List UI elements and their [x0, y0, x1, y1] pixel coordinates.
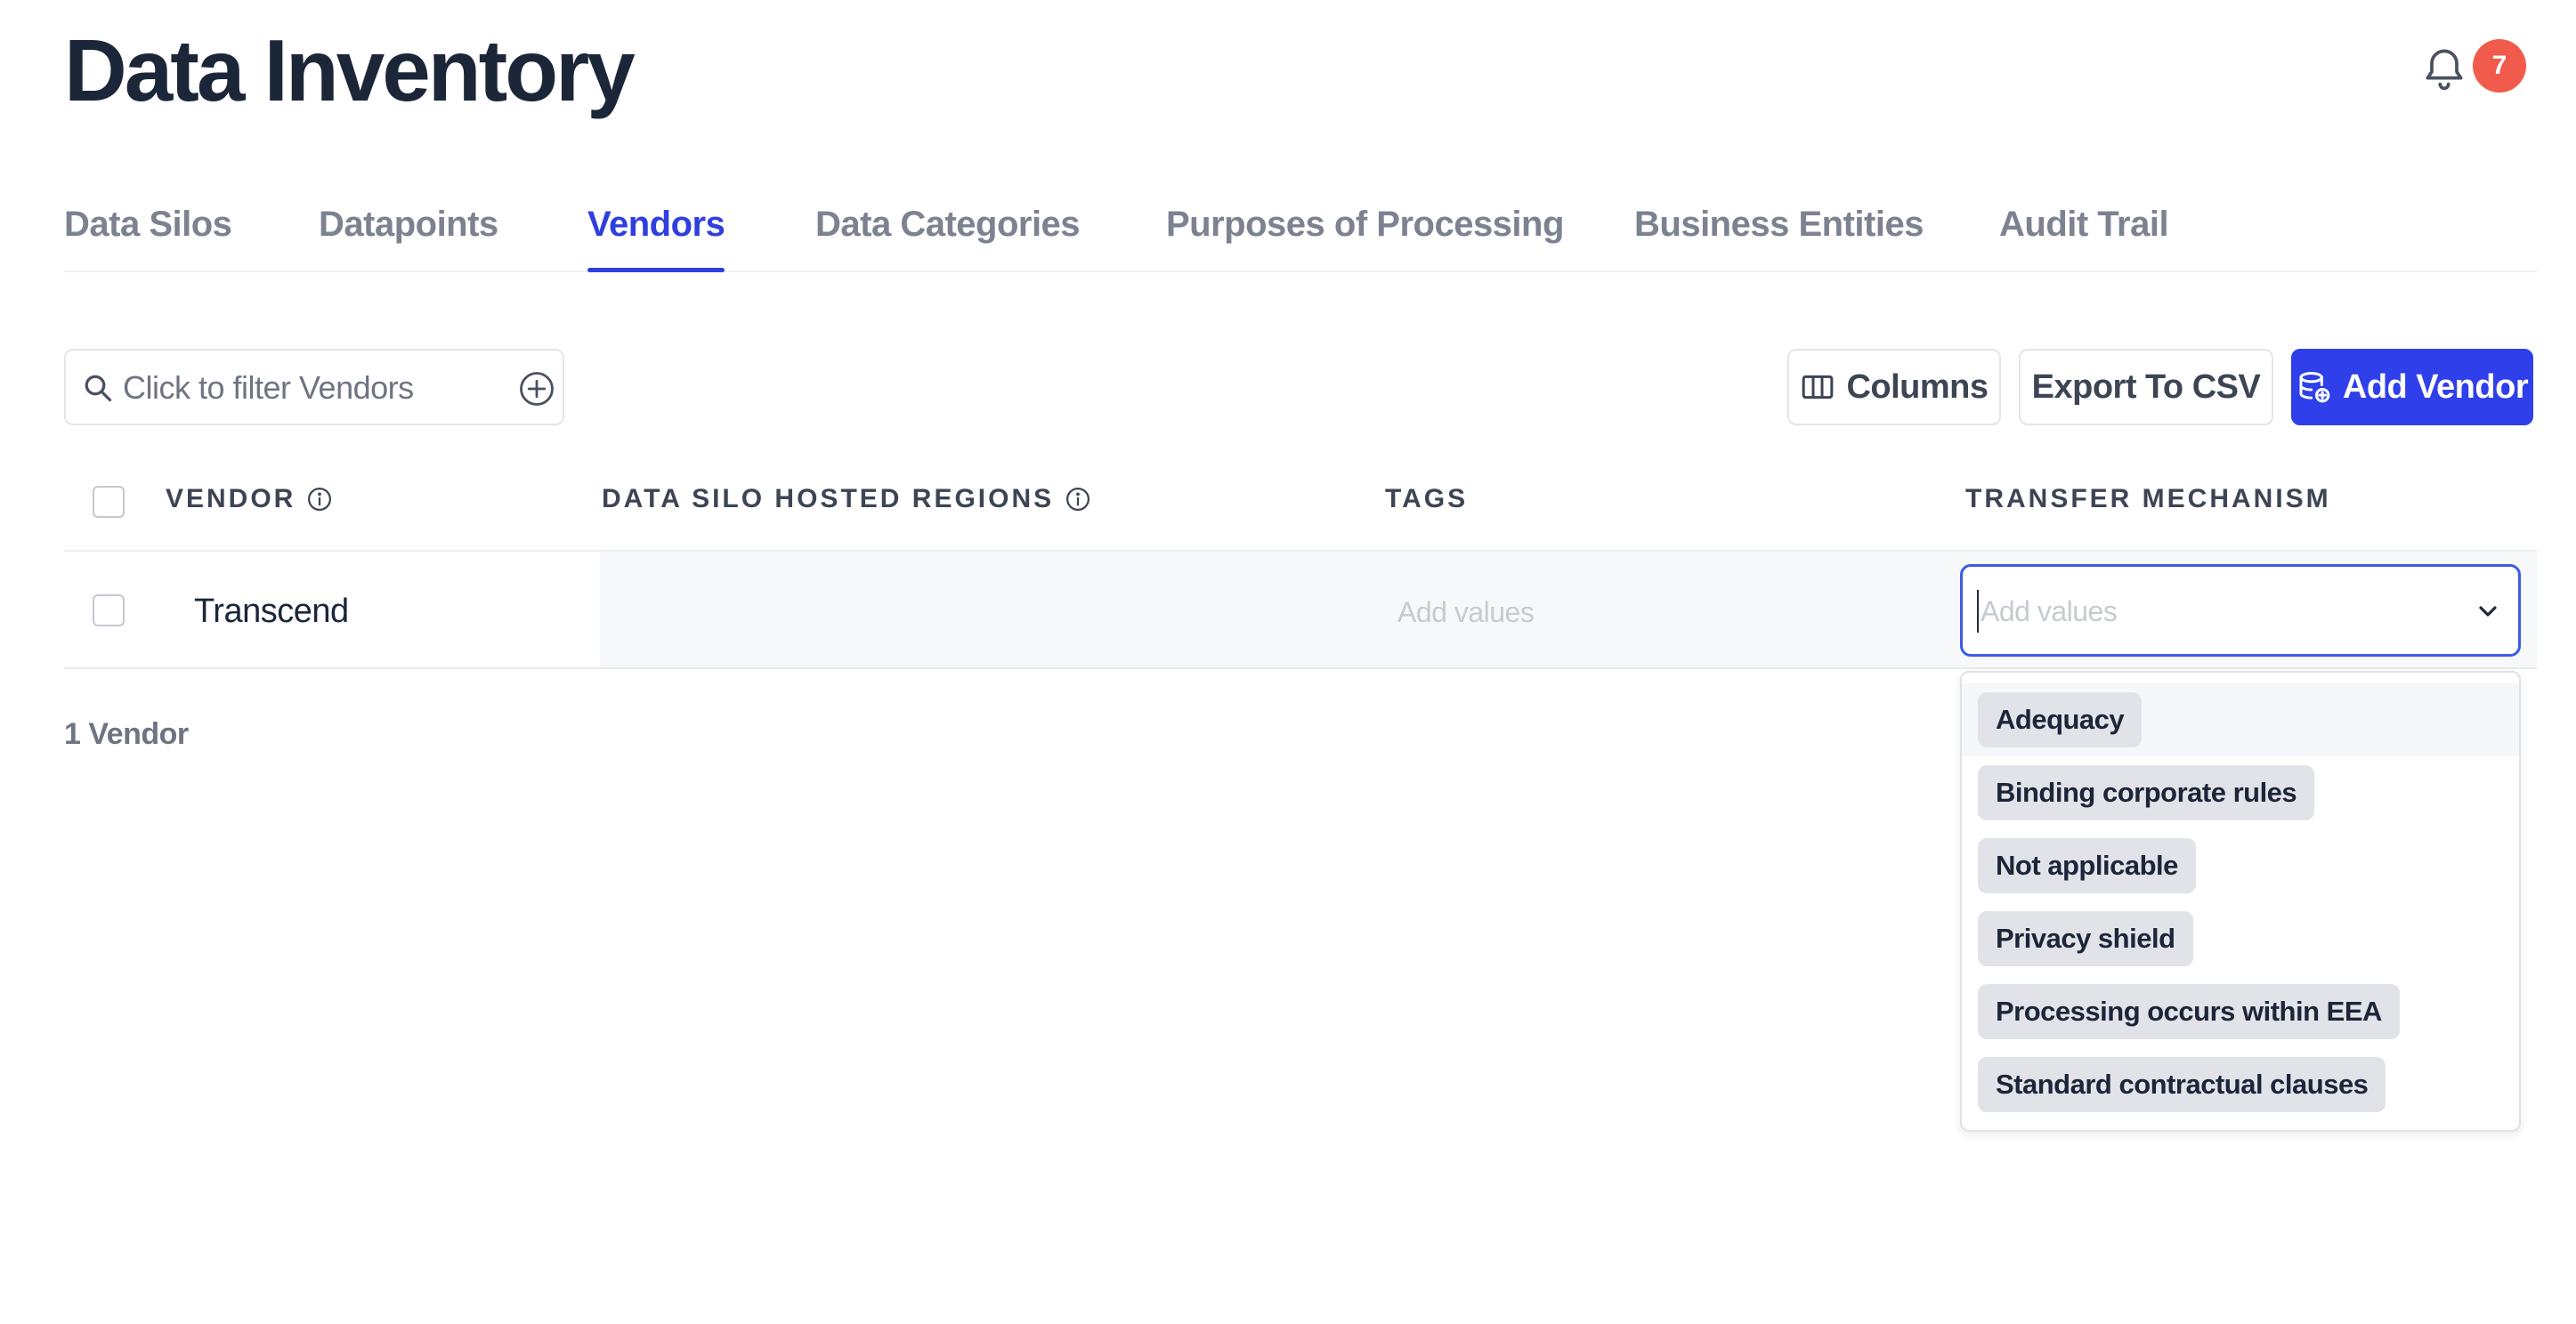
- column-header-tags-label: TAGS: [1385, 484, 1469, 513]
- column-header-hosted-regions-label: DATA SILO HOSTED REGIONS: [602, 484, 1055, 513]
- transfer-mechanism-input[interactable]: [1977, 590, 2445, 633]
- info-icon[interactable]: [1065, 486, 1091, 513]
- columns-button[interactable]: Columns: [1787, 349, 2001, 425]
- add-vendor-button[interactable]: Add Vendor: [2291, 349, 2533, 425]
- chevron-down-icon[interactable]: [2474, 597, 2502, 626]
- filter-box: [64, 349, 564, 425]
- add-vendor-button-label: Add Vendor: [2342, 367, 2529, 406]
- bell-icon[interactable]: [2419, 43, 2469, 93]
- column-header-transfer-mechanism[interactable]: TRANSFER MECHANISM: [1965, 484, 2331, 514]
- tab-data-categories[interactable]: Data Categories: [815, 199, 1081, 270]
- tab-datapoints[interactable]: Datapoints: [319, 199, 498, 270]
- column-header-tags[interactable]: TAGS: [1385, 484, 1468, 514]
- vendor-name-cell[interactable]: Transcend: [194, 593, 349, 631]
- tab-data-silos[interactable]: Data Silos: [64, 199, 232, 270]
- dropdown-option[interactable]: Standard contractual clauses: [1962, 1048, 2519, 1121]
- tags-cell[interactable]: Add values: [1397, 596, 1535, 629]
- option-pill[interactable]: Privacy shield: [1978, 911, 2193, 966]
- select-all-checkbox[interactable]: [93, 486, 125, 518]
- dropdown-option[interactable]: Binding corporate rules: [1962, 756, 2519, 829]
- tab-vendors[interactable]: Vendors: [587, 199, 725, 272]
- export-csv-button-label: Export To CSV: [2031, 367, 2261, 406]
- page-title: Data Inventory: [64, 21, 636, 119]
- notification-badge[interactable]: 7: [2473, 39, 2526, 93]
- column-header-hosted-regions[interactable]: DATA SILO HOSTED REGIONS: [602, 484, 1091, 514]
- database-plus-icon: [2299, 372, 2330, 403]
- dropdown-option[interactable]: Processing occurs within EEA: [1962, 975, 2519, 1048]
- column-header-transfer-mechanism-label: TRANSFER MECHANISM: [1965, 484, 2331, 513]
- vendor-count: 1 Vendor: [64, 717, 189, 751]
- export-csv-button[interactable]: Export To CSV: [2019, 349, 2273, 425]
- tab-audit-trail[interactable]: Audit Trail: [1999, 199, 2169, 270]
- tab-bar: Data Silos Datapoints Vendors Data Categ…: [64, 199, 2537, 272]
- option-pill[interactable]: Adequacy: [1978, 692, 2143, 747]
- columns-button-label: Columns: [1846, 367, 1989, 406]
- dropdown-option[interactable]: Adequacy: [1962, 683, 2519, 756]
- column-header-vendor[interactable]: VENDOR: [166, 484, 333, 514]
- info-icon[interactable]: [306, 486, 333, 513]
- option-pill[interactable]: Not applicable: [1978, 838, 2196, 893]
- option-pill[interactable]: Standard contractual clauses: [1978, 1057, 2386, 1112]
- option-pill[interactable]: Binding corporate rules: [1978, 765, 2315, 820]
- dropdown-option[interactable]: Privacy shield: [1962, 902, 2519, 975]
- plus-circle-icon[interactable]: [518, 370, 555, 408]
- search-icon: [85, 375, 112, 402]
- tab-purposes-of-processing[interactable]: Purposes of Processing: [1166, 199, 1564, 270]
- filter-input[interactable]: [121, 365, 490, 411]
- option-pill[interactable]: Processing occurs within EEA: [1978, 984, 2400, 1039]
- dropdown-option[interactable]: Not applicable: [1962, 829, 2519, 902]
- tab-business-entities[interactable]: Business Entities: [1634, 199, 1924, 270]
- columns-icon: [1802, 375, 1834, 400]
- transfer-mechanism-dropdown: Adequacy Binding corporate rules Not app…: [1960, 671, 2521, 1132]
- column-header-vendor-label: VENDOR: [166, 484, 296, 513]
- transfer-mechanism-select[interactable]: [1960, 564, 2521, 657]
- row-checkbox[interactable]: [93, 594, 125, 626]
